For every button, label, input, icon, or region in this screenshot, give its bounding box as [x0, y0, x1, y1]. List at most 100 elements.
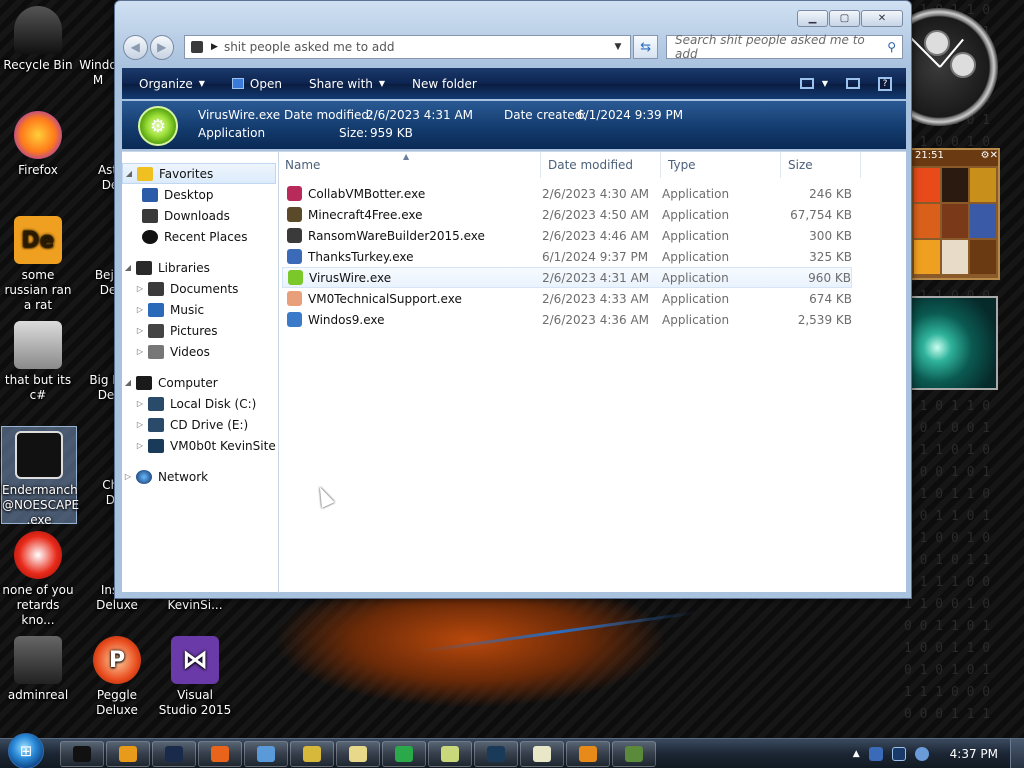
open-button[interactable]: Open [215, 77, 292, 91]
puzzle-tile[interactable] [942, 204, 968, 238]
puzzle-gadget[interactable]: 21:51 ⚙✕ [910, 148, 1000, 280]
puzzle-tile[interactable] [942, 240, 968, 274]
file-row[interactable]: Windos9.exe 2/6/2023 4:36 AM Application 2,… [282, 309, 852, 330]
nav-network-drive[interactable]: ▷ VM0b0t KevinSite [122, 435, 278, 456]
security-icon[interactable] [868, 746, 883, 761]
close-button[interactable]: ✕ [861, 10, 903, 27]
organize-button[interactable]: Organize ▼ [122, 77, 215, 91]
desktop-icon-partial[interactable]: KevinSi... [157, 598, 233, 613]
search-icon[interactable]: ⚲ [887, 40, 896, 54]
volume-icon[interactable] [914, 746, 929, 761]
address-dropdown-icon[interactable]: ▼ [614, 42, 630, 52]
nav-local-disk[interactable]: ▷ Local Disk (C:) [122, 393, 278, 414]
expand-icon[interactable]: ▷ [134, 347, 146, 356]
breadcrumb-folder[interactable]: shit people asked me to add [224, 40, 394, 54]
puzzle-tile[interactable] [970, 204, 996, 238]
network-icon [136, 469, 152, 484]
breadcrumb-arrow-icon[interactable]: ▶ [211, 42, 218, 52]
refresh-button[interactable]: ⇆ [633, 35, 658, 59]
nav-cd-drive[interactable]: ▷ CD Drive (E:) [122, 414, 278, 435]
puzzle-tile[interactable] [914, 168, 940, 202]
minimize-button[interactable]: ▁ [797, 10, 828, 27]
file-row[interactable]: RansomWareBuilder2015.exe 2/6/2023 4:46 A… [282, 225, 852, 246]
desktop-icon-none-of-you[interactable]: none of you retards kno... [0, 531, 76, 628]
taskbar-button-h-app[interactable] [382, 740, 426, 767]
desktop-icon-firefox[interactable]: Firefox [0, 111, 76, 178]
taskbar-button-users[interactable] [244, 740, 288, 767]
nav-pictures[interactable]: ▷ Pictures [122, 320, 278, 341]
forward-button[interactable]: ▶ [149, 34, 175, 60]
desktop-icon-peggle[interactable]: P Peggle Deluxe [79, 636, 155, 718]
desktop-icon-csharp[interactable]: that but its c# [0, 321, 76, 403]
desktop-icon-visual-studio[interactable]: ⋈ Visual Studio 2015 [157, 636, 233, 718]
nav-downloads[interactable]: Downloads [122, 205, 278, 226]
taskbar-button-ball[interactable] [566, 740, 610, 767]
show-desktop-button[interactable] [1010, 738, 1024, 768]
nav-desktop[interactable]: Desktop [122, 184, 278, 205]
taskbar-button-notes[interactable] [520, 740, 564, 767]
desktop-icon-noescape[interactable]: Endermanch @NOESCAPE .exe [1, 426, 79, 527]
desktop-icon-adminreal[interactable]: adminreal [0, 636, 76, 703]
expand-icon[interactable]: ▷ [134, 326, 146, 335]
taskbar-button-notepad[interactable] [336, 740, 380, 767]
show-hidden-icons-icon[interactable]: ▲ [853, 749, 860, 759]
maximize-button[interactable]: ▢ [829, 10, 860, 27]
taskbar-clock[interactable]: 4:37 PM [950, 747, 998, 761]
file-row[interactable]: VM0TechnicalSupport.exe 2/6/2023 4:33 AM A… [282, 288, 852, 309]
expand-icon[interactable]: ▷ [134, 305, 146, 314]
file-row[interactable]: VirusWire.exe 2/6/2023 4:31 AM Application… [282, 267, 852, 288]
nav-videos[interactable]: ▷ Videos [122, 341, 278, 362]
desktop-icon-rat[interactable]: De some russian ran a rat [0, 216, 76, 313]
desktop-icon-recycle-bin[interactable]: Recycle Bin [0, 6, 76, 73]
expand-icon[interactable]: ▷ [134, 420, 146, 429]
taskbar-button-minecraft[interactable] [612, 740, 656, 767]
nav-libraries[interactable]: ◢ Libraries [122, 257, 278, 278]
taskbar-button-circle-app[interactable] [152, 740, 196, 767]
expand-icon[interactable]: ▷ [134, 284, 146, 293]
file-row[interactable]: Minecraft4Free.exe 2/6/2023 4:50 AM Applic… [282, 204, 852, 225]
puzzle-tile[interactable] [970, 240, 996, 274]
nav-network[interactable]: ▷ Network [122, 466, 278, 487]
file-row[interactable]: CollabVMBotter.exe 2/6/2023 4:30 AM Applic… [282, 183, 852, 204]
nav-music[interactable]: ▷ Music [122, 299, 278, 320]
taskbar-button-media-player[interactable] [106, 740, 150, 767]
change-view-button[interactable]: ▼ [799, 78, 828, 89]
nav-documents[interactable]: ▷ Documents [122, 278, 278, 299]
column-size[interactable]: Size [781, 151, 861, 178]
taskbar-button-files[interactable] [290, 740, 334, 767]
preview-pane-button[interactable] [846, 78, 860, 89]
nav-computer[interactable]: ◢ Computer [122, 372, 278, 393]
column-date-modified[interactable]: Date modified [541, 151, 661, 178]
puzzle-tile[interactable] [914, 240, 940, 274]
collapse-icon[interactable]: ◢ [122, 263, 134, 272]
share-with-button[interactable]: Share with ▼ [292, 77, 395, 91]
nav-favorites[interactable]: ◢ Favorites [122, 163, 276, 184]
expand-icon[interactable]: ▷ [134, 399, 146, 408]
start-button[interactable]: ⊞ [8, 732, 44, 768]
search-box[interactable]: Search shit people asked me to add ⚲ [665, 33, 904, 61]
file-name-cell: ThanksTurkey.exe [282, 249, 542, 264]
collapse-icon[interactable]: ◢ [122, 378, 134, 387]
help-button[interactable]: ? [878, 76, 892, 91]
address-bar[interactable]: ▶ shit people asked me to add ▼ [184, 35, 632, 59]
taskbar-button-black-window[interactable] [60, 740, 104, 767]
back-button[interactable]: ◀ [123, 34, 148, 60]
column-type[interactable]: Type [661, 151, 781, 178]
column-name[interactable]: Name [280, 151, 541, 178]
file-row[interactable]: ThanksTurkey.exe 6/1/2024 9:37 PM Applicat… [282, 246, 852, 267]
expand-icon[interactable]: ▷ [134, 441, 146, 450]
slideshow-gadget[interactable] [910, 296, 998, 390]
collapse-icon[interactable]: ◢ [123, 169, 135, 178]
new-folder-button[interactable]: New folder [395, 77, 487, 91]
taskbar-button-terminal[interactable] [474, 740, 518, 767]
expand-icon[interactable]: ▷ [122, 472, 134, 481]
network-tray-icon[interactable] [891, 746, 906, 761]
gadget-controls-icon[interactable]: ⚙✕ [981, 150, 998, 166]
puzzle-tile[interactable] [942, 168, 968, 202]
taskbar-button-firefox[interactable] [198, 740, 242, 767]
taskbar-button-folder[interactable] [428, 740, 472, 767]
puzzle-tile[interactable] [970, 168, 996, 202]
puzzle-tile[interactable] [914, 204, 940, 238]
nav-recent-places[interactable]: Recent Places [122, 226, 278, 247]
desktop-icon-partial[interactable]: Windo M [78, 58, 118, 88]
